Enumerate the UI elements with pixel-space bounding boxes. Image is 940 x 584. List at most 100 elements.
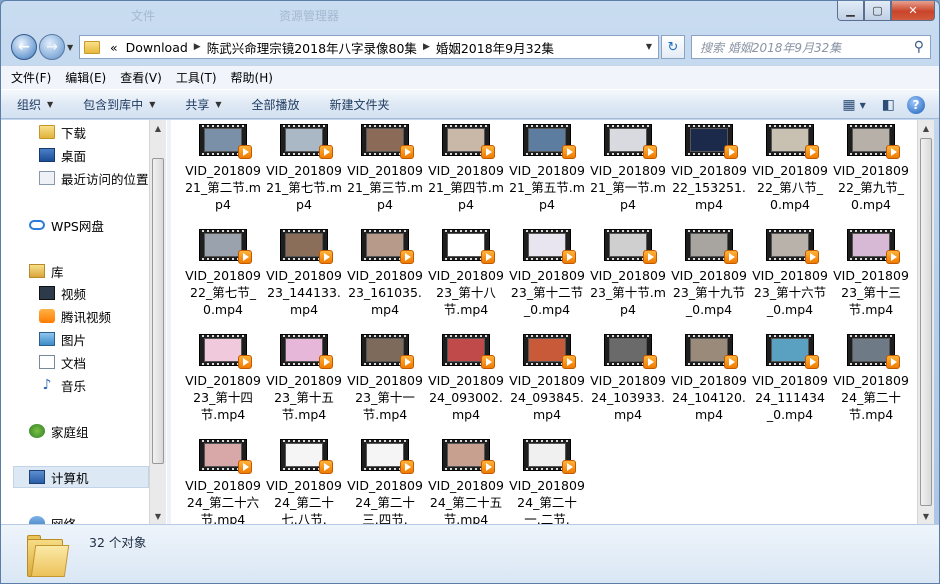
video-thumbnail — [847, 334, 900, 369]
file-item[interactable]: VID_20180922_153251.mp4 — [669, 120, 749, 220]
video-thumbnail — [280, 439, 333, 474]
sidebar-item-documents[interactable]: 文档 — [39, 351, 86, 373]
file-list-scrollbar[interactable]: ▲ ▼ — [917, 120, 934, 524]
sidebar-item-label: 视频 — [61, 286, 87, 302]
file-item[interactable]: VID_20180923_第十九节_0.mp4 — [669, 225, 749, 325]
file-item[interactable]: VID_20180924_第二十五节.mp4 — [426, 435, 506, 524]
include-in-library-button[interactable]: 包含到库中 ▼ — [83, 96, 155, 113]
video-thumbnail — [685, 229, 738, 264]
back-button[interactable]: ← — [11, 34, 37, 60]
file-item[interactable]: VID_20180923_144133.mp4 — [264, 225, 344, 325]
sidebar-item-libraries[interactable]: 库 — [29, 260, 64, 282]
chevron-right-icon[interactable]: ▶ — [194, 42, 201, 52]
sidebar-scrollbar[interactable]: ▲ ▼ — [149, 120, 166, 524]
scroll-up-icon[interactable]: ▲ — [150, 120, 166, 136]
file-item[interactable]: VID_20180921_第七节.mp4 — [264, 120, 344, 220]
sidebar-item-desktop[interactable]: 桌面 — [39, 144, 86, 166]
file-item[interactable]: VID_20180921_第二节.mp4 — [183, 120, 263, 220]
menu-view[interactable]: 查看(V) — [120, 69, 162, 86]
play-all-label: 全部播放 — [251, 97, 300, 112]
video-thumbnail — [766, 124, 819, 159]
address-bar[interactable]: « Download ▶ 陈武兴命理宗镜2018年八字录像80集 ▶ 婚姻201… — [79, 35, 659, 59]
file-item[interactable]: VID_20180924_第二十节.mp4 — [831, 330, 911, 430]
search-input[interactable]: 搜索 婚姻2018年9月32集 ⚲ — [691, 35, 931, 59]
view-options-icon[interactable]: ▦ — [842, 97, 855, 113]
file-item[interactable]: VID_20180923_第十八节.mp4 — [426, 225, 506, 325]
preview-pane-icon[interactable]: ◧ — [882, 97, 895, 113]
share-button[interactable]: 共享 ▼ — [185, 96, 221, 113]
file-item[interactable]: VID_20180922_第七节_0.mp4 — [183, 225, 263, 325]
sidebar-item-label: 腾讯视频 — [61, 309, 112, 325]
organize-button[interactable]: 组织 ▼ — [17, 96, 53, 113]
sidebar-item-videos[interactable]: 视频 — [39, 282, 86, 304]
address-dropdown-icon[interactable]: ▼ — [646, 42, 652, 51]
video-thumbnail — [523, 439, 576, 474]
file-item[interactable]: VID_20180923_第十节.mp4 — [588, 225, 668, 325]
scroll-down-icon[interactable]: ▼ — [150, 508, 166, 524]
maximize-button[interactable]: ▢ — [864, 1, 891, 21]
file-item[interactable]: VID_20180923_第十三节.mp4 — [831, 225, 911, 325]
sidebar-item-pictures[interactable]: 图片 — [39, 328, 86, 350]
sidebar-scroll-thumb[interactable] — [152, 158, 164, 464]
command-bar: 组织 ▼ 包含到库中 ▼ 共享 ▼ 全部播放 新建文件夹 ▦ ▼ ◧ ? — [1, 89, 939, 119]
file-item[interactable]: VID_20180921_第三节.mp4 — [345, 120, 425, 220]
close-button[interactable]: ✕ — [891, 1, 935, 21]
menu-tools[interactable]: 工具(T) — [176, 69, 217, 86]
file-item[interactable]: VID_20180923_第十五节.mp4 — [264, 330, 344, 430]
breadcrumb-current-folder[interactable]: 婚姻2018年9月32集 — [436, 38, 554, 57]
title-ghost-1: 文件 — [131, 9, 156, 23]
file-item[interactable]: VID_20180924_第二十三.四节. — [345, 435, 425, 524]
file-item[interactable]: VID_20180923_第十二节_0.mp4 — [507, 225, 587, 325]
scroll-down-icon[interactable]: ▼ — [918, 508, 934, 524]
chevron-right-icon[interactable]: ▶ — [423, 42, 430, 52]
sidebar-item-homegroup[interactable]: 家庭组 — [29, 420, 89, 442]
sidebar-item-computer[interactable]: 计算机 — [13, 466, 149, 488]
menu-file[interactable]: 文件(F) — [11, 69, 51, 86]
scroll-up-icon[interactable]: ▲ — [918, 120, 934, 136]
menu-help[interactable]: 帮助(H) — [231, 69, 273, 86]
search-icon[interactable]: ⚲ — [914, 39, 924, 55]
file-item[interactable]: VID_20180924_111434_0.mp4 — [750, 330, 830, 430]
menu-edit[interactable]: 编辑(E) — [65, 69, 106, 86]
title-bar[interactable]: 文件 资源管理器 ▁ ▢ ✕ — [1, 1, 939, 27]
file-item[interactable]: VID_20180923_第十四节.mp4 — [183, 330, 263, 430]
music-icon: ♪ — [42, 377, 52, 393]
file-item[interactable]: VID_20180923_161035.mp4 — [345, 225, 425, 325]
sidebar-item-music[interactable]: ♪ 音乐 — [39, 374, 86, 396]
file-item[interactable]: VID_20180921_第一节.mp4 — [588, 120, 668, 220]
help-icon[interactable]: ? — [907, 96, 925, 114]
sidebar-item-wps-cloud[interactable]: WPS网盘 — [29, 214, 104, 236]
sidebar-item-network[interactable]: 网络 — [29, 512, 76, 524]
file-item[interactable]: VID_20180923_第十六节_0.mp4 — [750, 225, 830, 325]
chevron-down-icon: ▼ — [215, 99, 222, 109]
recent-pages-dropdown-icon[interactable]: ▼ — [67, 43, 73, 52]
file-item[interactable]: VID_20180921_第五节.mp4 — [507, 120, 587, 220]
file-name: VID_20180923_第十节.mp4 — [590, 268, 666, 317]
file-item[interactable]: VID_20180922_第八节_0.mp4 — [750, 120, 830, 220]
minimize-button[interactable]: ▁ — [837, 1, 864, 21]
file-item[interactable]: VID_20180924_093845.mp4 — [507, 330, 587, 430]
breadcrumb-overflow[interactable]: « — [110, 40, 118, 55]
file-item[interactable]: VID_20180924_103933.mp4 — [588, 330, 668, 430]
breadcrumb-download[interactable]: Download — [126, 40, 188, 55]
file-item[interactable]: VID_20180924_104120.mp4 — [669, 330, 749, 430]
file-list-scroll-thumb[interactable] — [920, 138, 932, 506]
refresh-button[interactable]: ↻ — [661, 35, 685, 59]
sidebar-item-recent[interactable]: 最近访问的位置 — [39, 167, 149, 189]
file-item[interactable]: VID_20180922_第九节_0.mp4 — [831, 120, 911, 220]
file-item[interactable]: VID_20180923_第十一节.mp4 — [345, 330, 425, 430]
file-item[interactable]: VID_20180924_第二十一.二节. — [507, 435, 587, 524]
new-folder-button[interactable]: 新建文件夹 — [330, 96, 390, 113]
folder-icon — [39, 125, 55, 139]
sidebar-item-tencent-video[interactable]: 腾讯视频 — [39, 305, 111, 327]
file-item[interactable]: VID_20180924_第二十六节.mp4 — [183, 435, 263, 524]
chevron-down-icon: ▼ — [149, 99, 156, 109]
sidebar-item-downloads[interactable]: 下载 — [39, 121, 86, 143]
view-dropdown-icon[interactable]: ▼ — [860, 101, 866, 110]
file-item[interactable]: VID_20180924_093002.mp4 — [426, 330, 506, 430]
file-item[interactable]: VID_20180921_第四节.mp4 — [426, 120, 506, 220]
play-all-button[interactable]: 全部播放 — [252, 96, 300, 113]
forward-button[interactable]: → — [39, 34, 65, 60]
breadcrumb-series-folder[interactable]: 陈武兴命理宗镜2018年八字录像80集 — [207, 38, 417, 57]
file-item[interactable]: VID_20180924_第二十七.八节. — [264, 435, 344, 524]
